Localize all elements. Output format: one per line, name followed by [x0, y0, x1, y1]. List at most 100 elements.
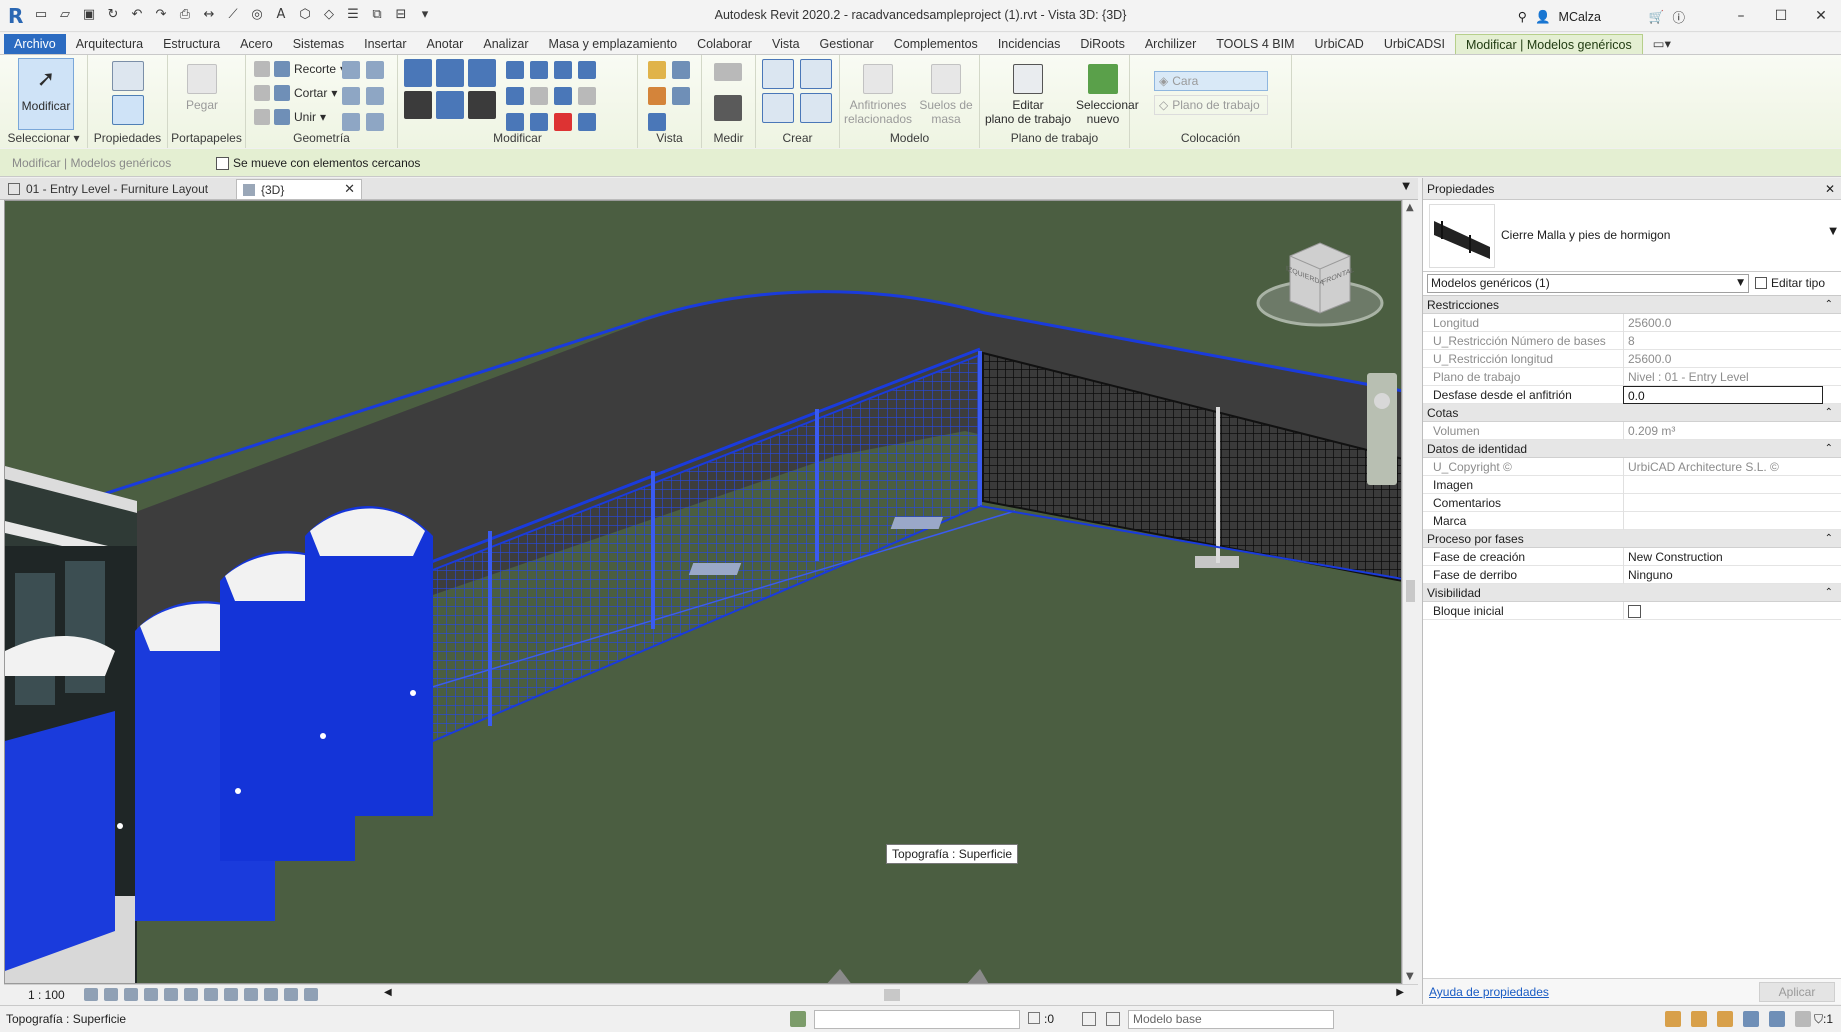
linework-view-icon[interactable]: [648, 87, 666, 105]
temp-view-properties-icon[interactable]: [264, 988, 278, 1001]
create-group-icon[interactable]: [762, 93, 794, 123]
split-gap-icon[interactable]: [554, 87, 572, 105]
filter-count[interactable]: ⛉:1: [1814, 1012, 1833, 1027]
tab-3d-view[interactable]: {3D} ✕: [236, 179, 362, 199]
panel-title-seleccionar[interactable]: Seleccionar ▾: [0, 131, 87, 145]
collapse-icon[interactable]: ⌃: [1825, 530, 1833, 548]
collapse-icon[interactable]: ⌃: [1825, 404, 1833, 422]
trim-icon[interactable]: [554, 61, 572, 79]
close-properties-icon[interactable]: ✕: [1825, 178, 1835, 200]
property-value[interactable]: Ninguno: [1623, 566, 1823, 584]
type-selector[interactable]: Cierre Malla y pies de hormigon ▼: [1423, 200, 1841, 272]
background-processes-icon[interactable]: [1795, 1011, 1811, 1027]
mirror-draw-icon[interactable]: [506, 61, 524, 79]
hscroll-thumb[interactable]: [884, 989, 900, 1001]
visual-style-icon[interactable]: [104, 988, 118, 1001]
select-links-icon[interactable]: [1665, 1011, 1681, 1027]
property-group-header[interactable]: Datos de identidad ⌃: [1423, 440, 1841, 458]
exclude-options-icon[interactable]: [1106, 1012, 1120, 1026]
properties-icon[interactable]: [112, 95, 144, 125]
pin-icon[interactable]: [578, 61, 596, 79]
mirror-axis-icon[interactable]: [468, 59, 496, 87]
property-value[interactable]: 0.0: [1623, 386, 1823, 404]
property-group-header[interactable]: Cotas ⌃: [1423, 404, 1841, 422]
paint-icon[interactable]: [366, 61, 384, 79]
editable-only-icon[interactable]: [1028, 1012, 1040, 1024]
cart-icon[interactable]: 🛒: [1649, 9, 1665, 25]
linework-icon[interactable]: [342, 113, 360, 131]
modify-button[interactable]: ➚ Modificar: [18, 58, 74, 130]
paint-brush-icon[interactable]: [578, 113, 596, 131]
unpin-icon[interactable]: [578, 87, 596, 105]
offset-icon[interactable]: [436, 59, 464, 87]
property-value[interactable]: [1623, 512, 1823, 530]
collapse-icon[interactable]: ⌃: [1825, 440, 1833, 458]
cut-button[interactable]: Cortar ▾: [254, 85, 337, 101]
checkbox-box[interactable]: [216, 156, 229, 170]
instance-filter-combo[interactable]: Modelos genéricos (1) ▼: [1427, 274, 1749, 293]
maximize-icon[interactable]: ☐: [1761, 0, 1801, 32]
shadows-icon[interactable]: [144, 988, 158, 1001]
select-by-face-icon[interactable]: [1743, 1011, 1759, 1027]
tab-floor-plan[interactable]: 01 - Entry Level - Furniture Layout: [2, 179, 234, 199]
mass-floors-button[interactable]: Suelos de masa: [916, 58, 976, 130]
temp-hide-icon[interactable]: [224, 988, 238, 1001]
create-parts-icon[interactable]: [800, 59, 832, 89]
property-group-header[interactable]: Visibilidad ⌃: [1423, 584, 1841, 602]
pick-new-host-button[interactable]: Seleccionar nuevo: [1076, 58, 1139, 130]
delete-icon[interactable]: [554, 113, 572, 131]
cope-button[interactable]: Recorte ▾: [254, 61, 346, 77]
scale-icon[interactable]: [530, 87, 548, 105]
select-underlay-icon[interactable]: [1691, 1011, 1707, 1027]
design-options-icon[interactable]: [1082, 1012, 1096, 1026]
drag-elements-icon[interactable]: [1769, 1011, 1785, 1027]
horizontal-scrollbar[interactable]: ◀ ▶: [384, 987, 1404, 1001]
select-pinned-icon[interactable]: [1717, 1011, 1733, 1027]
sun-path-icon[interactable]: [124, 988, 138, 1001]
face-placement-button[interactable]: ◈ Cara: [1154, 71, 1268, 91]
tab-insertar[interactable]: Insertar: [354, 34, 416, 54]
measure-distance-icon[interactable]: [714, 63, 742, 81]
thin-lines-view-icon[interactable]: [672, 87, 690, 105]
checkbox-box[interactable]: [1628, 605, 1641, 618]
tab-overflow-icon[interactable]: ▼: [1402, 181, 1410, 192]
work-plane-placement-button[interactable]: ◇ Plano de trabajo: [1154, 95, 1268, 115]
tab-urbicadsi[interactable]: UrbiCADSI: [1374, 34, 1455, 54]
crop-view-icon[interactable]: [164, 988, 178, 1001]
tab-complementos[interactable]: Complementos: [884, 34, 988, 54]
scroll-left-icon[interactable]: ◀: [384, 987, 392, 998]
array-icon[interactable]: [506, 87, 524, 105]
related-hosts-button[interactable]: Anfitriones relacionados: [844, 58, 912, 130]
tab-modificar-modelos-gen-ricos[interactable]: Modificar | Modelos genéricos: [1454, 34, 1643, 54]
paste-button[interactable]: Pegar: [174, 58, 230, 130]
pin-view-icon[interactable]: [648, 113, 666, 131]
override-graphics-icon[interactable]: [672, 61, 690, 79]
join-button[interactable]: Unir ▾: [254, 109, 326, 125]
tab-tools-4-bim[interactable]: TOOLS 4 BIM: [1206, 34, 1304, 54]
close-icon[interactable]: ✕: [1801, 0, 1841, 32]
create-assembly-icon[interactable]: [762, 59, 794, 89]
scroll-down-icon[interactable]: ▼: [1406, 971, 1414, 982]
tab-sistemas[interactable]: Sistemas: [283, 34, 354, 54]
vertical-scrollbar[interactable]: ▲ ▼: [1402, 200, 1418, 984]
property-group-header[interactable]: Restricciones ⌃: [1423, 296, 1841, 314]
3d-viewport[interactable]: Topografía : Superficie IZQUIERDA FRONTA…: [4, 200, 1402, 984]
move-icon[interactable]: [404, 91, 432, 119]
hide-in-view-icon[interactable]: [648, 61, 666, 79]
type-properties-icon[interactable]: [112, 61, 144, 91]
aligned-dimension-tool-icon[interactable]: [714, 95, 742, 121]
split-face-icon[interactable]: [342, 61, 360, 79]
wall-joins-icon[interactable]: [342, 87, 360, 105]
property-group-header[interactable]: Proceso por fases ⌃: [1423, 530, 1841, 548]
edit-work-plane-button[interactable]: Editar plano de trabajo: [980, 58, 1076, 130]
tab-estructura[interactable]: Estructura: [153, 34, 230, 54]
type-dropdown-icon[interactable]: ▼: [1829, 226, 1837, 237]
demolish-icon[interactable]: [366, 87, 384, 105]
tab-gestionar[interactable]: Gestionar: [810, 34, 884, 54]
scroll-up-icon[interactable]: ▲: [1406, 202, 1414, 213]
user-name[interactable]: MCalza: [1559, 10, 1601, 24]
rotate-icon[interactable]: [468, 91, 496, 119]
binoculars-icon[interactable]: ⚲: [1518, 9, 1527, 24]
properties-help-link[interactable]: Ayuda de propiedades: [1429, 985, 1549, 999]
design-option-combo[interactable]: Modelo base: [1128, 1010, 1334, 1029]
